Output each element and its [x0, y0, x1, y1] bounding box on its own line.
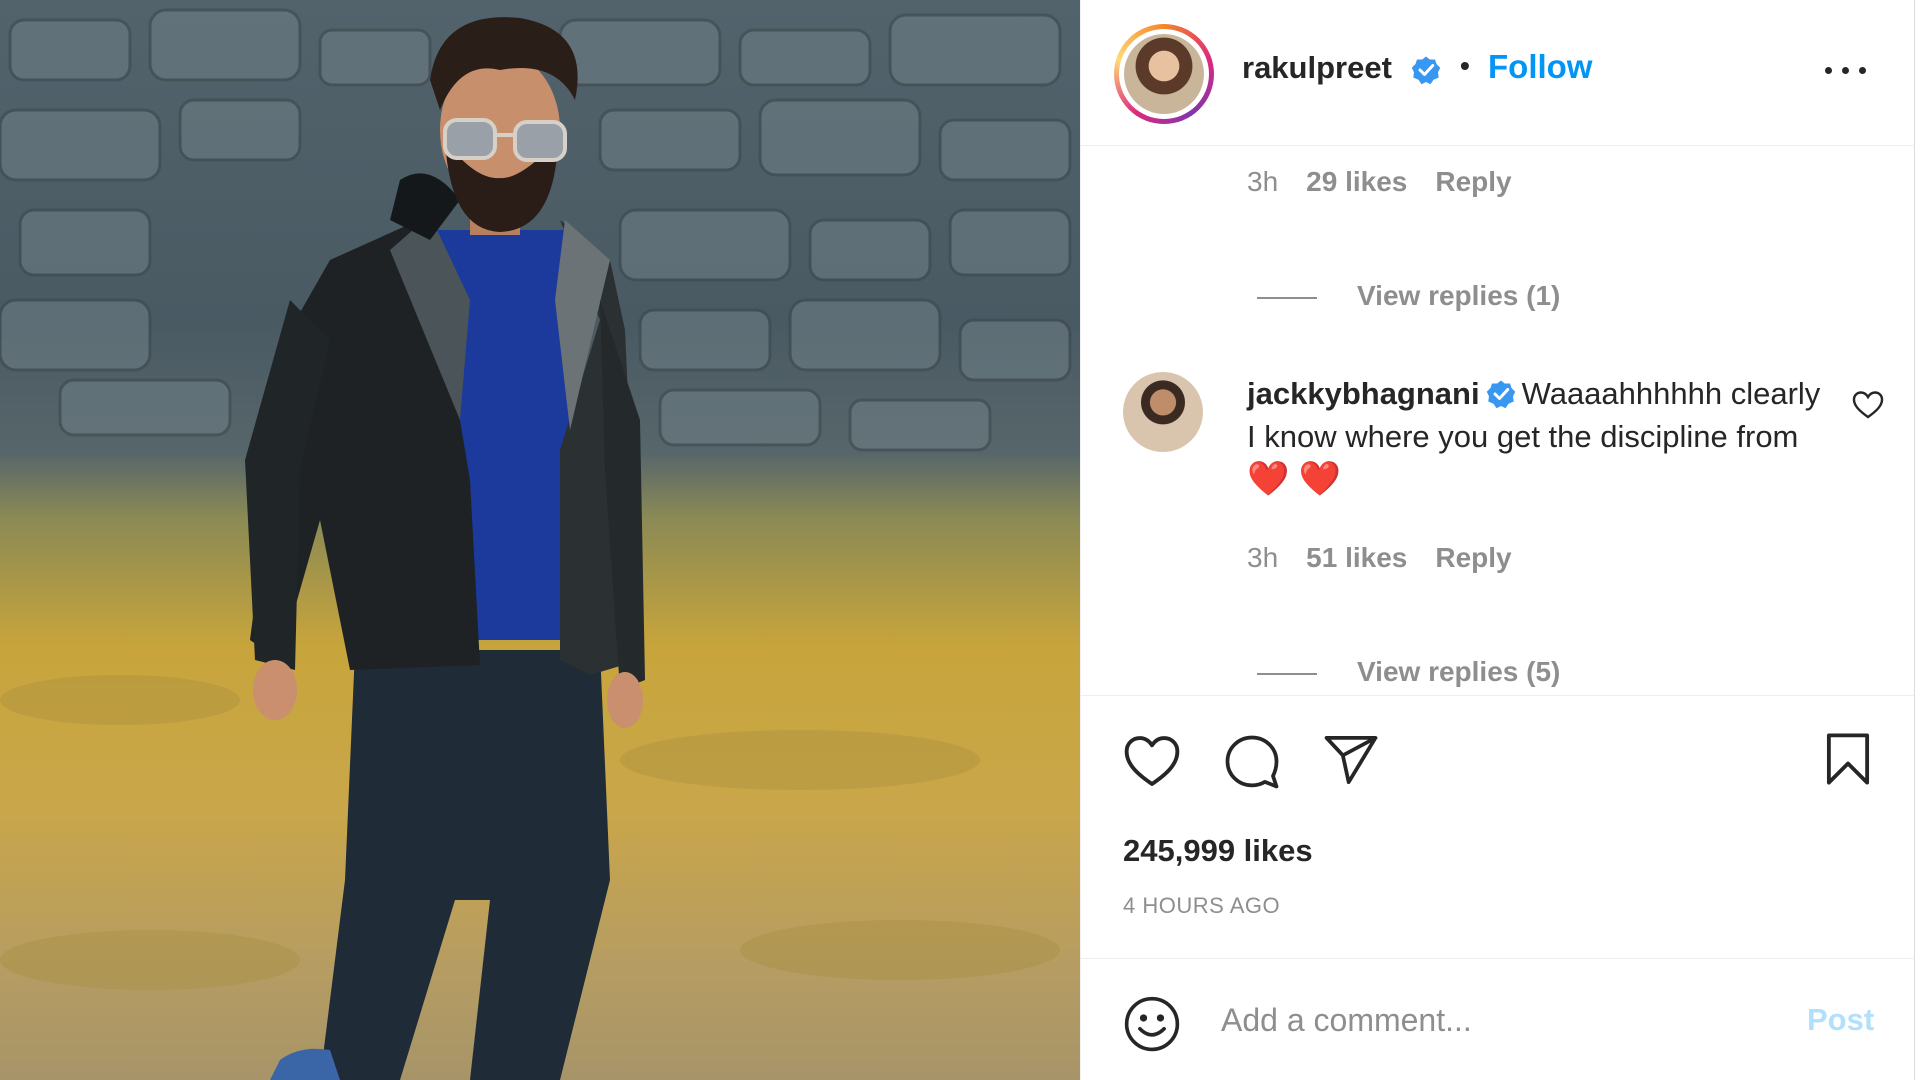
comment-icon[interactable]: [1223, 734, 1281, 790]
bookmark-icon[interactable]: [1825, 732, 1871, 786]
post-author-username[interactable]: rakulpreet: [1242, 50, 1392, 86]
comment-meta: 3h 51 likes Reply: [1247, 542, 1540, 574]
add-comment-input[interactable]: [1219, 996, 1783, 1044]
reply-button[interactable]: Reply: [1435, 166, 1511, 197]
view-replies-line: [1257, 296, 1317, 299]
verified-badge-icon: [1411, 56, 1441, 85]
comment-body: jackkybhagnani Waaaahhhhhh clearly I kno…: [1247, 372, 1827, 501]
comment-likes[interactable]: 51 likes: [1306, 542, 1407, 573]
view-replies-button[interactable]: View replies (1): [1257, 280, 1560, 312]
post-actions: 245,999 likes 4 HOURS AGO: [1081, 695, 1919, 959]
more-dot: [1842, 67, 1849, 74]
likes-count[interactable]: 245,999 likes: [1123, 833, 1313, 869]
more-dot: [1825, 67, 1832, 74]
comment-username[interactable]: jackkybhagnani: [1247, 376, 1480, 411]
header-separator: •: [1460, 50, 1470, 81]
post-timestamp[interactable]: 4 HOURS AGO: [1123, 893, 1280, 919]
follow-button[interactable]: Follow: [1488, 48, 1592, 86]
avatar[interactable]: [1114, 24, 1214, 124]
comment-like-heart-icon[interactable]: [1852, 390, 1884, 420]
view-replies-line: [1257, 672, 1317, 675]
verified-badge-icon: [1486, 380, 1515, 409]
comment-emoji: ❤️ ❤️: [1247, 460, 1342, 498]
comment-meta: 3h 29 likes Reply: [1247, 166, 1540, 198]
view-replies-label: View replies (5): [1357, 656, 1561, 687]
more-options-icon[interactable]: [1823, 60, 1869, 80]
avatar-ring-inner: [1119, 29, 1209, 119]
more-dot: [1859, 67, 1866, 74]
comment-time: 3h: [1247, 542, 1279, 573]
share-icon[interactable]: [1323, 734, 1379, 786]
view-replies-button[interactable]: View replies (5): [1257, 656, 1560, 688]
window-right-edge: [1914, 0, 1920, 1080]
view-replies-label: View replies (1): [1357, 280, 1561, 311]
avatar-image: [1124, 34, 1204, 114]
post-comment-button[interactable]: Post: [1807, 1002, 1874, 1038]
post-photo[interactable]: [0, 0, 1080, 1080]
comment-time: 3h: [1247, 166, 1279, 197]
post-detail-panel: rakulpreet • Follow 3h 29 likes Reply View…: [1080, 0, 1919, 1080]
post-photo-illustration: [0, 8, 1072, 1080]
comment-likes[interactable]: 29 likes: [1306, 166, 1407, 197]
reply-button[interactable]: Reply: [1435, 542, 1511, 573]
comment-avatar[interactable]: [1123, 372, 1203, 452]
comments-list[interactable]: 3h 29 likes Reply View replies (1) jackkyb…: [1081, 146, 1919, 695]
emoji-icon[interactable]: [1123, 995, 1181, 1053]
post-header: rakulpreet • Follow: [1081, 0, 1919, 146]
add-comment-bar: Post: [1081, 958, 1919, 1080]
heart-icon[interactable]: [1123, 734, 1181, 788]
